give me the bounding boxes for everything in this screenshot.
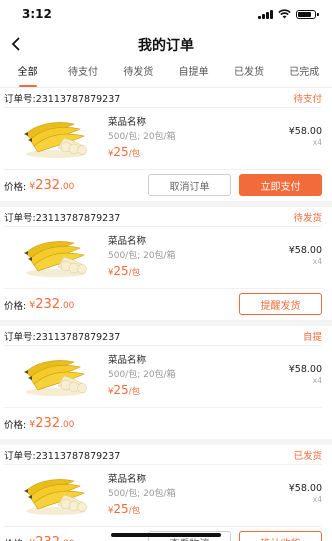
battery-icon xyxy=(296,9,319,19)
total-integer: 232 xyxy=(35,535,60,541)
order-header: 订单号:23113787879237 自提 xyxy=(4,326,322,346)
product-unit-price: ¥25/包 xyxy=(108,145,140,159)
line-price: ¥58.00 xyxy=(288,245,322,256)
order-number: 订单号:23113787879237 xyxy=(4,331,121,343)
price-value: 25 xyxy=(113,383,129,397)
order-header: 订单号:23113787879237 已发货 xyxy=(4,445,322,465)
pay-now-button[interactable]: 立即支付 xyxy=(239,174,322,196)
status-icons xyxy=(258,9,319,19)
total-label: 价格: xyxy=(4,536,26,541)
tab-0[interactable]: 全部 xyxy=(0,60,55,87)
tab-5[interactable]: 已完成 xyxy=(277,60,332,87)
order-header: 订单号:23113787879237 待发货 xyxy=(4,207,322,227)
product-image xyxy=(20,233,92,279)
signal-icon xyxy=(258,9,273,19)
tab-1[interactable]: 待支付 xyxy=(55,60,110,87)
total-decimal: .00 xyxy=(60,182,75,192)
total-integer: 232 xyxy=(35,297,61,312)
product-unit-price: ¥25/包 xyxy=(108,264,140,278)
order-status: 已发货 xyxy=(293,450,322,462)
order-number: 订单号:23113787879237 xyxy=(4,212,121,224)
confirm-receipt-button[interactable]: 确认收货 xyxy=(239,531,322,541)
remind-ship-button[interactable]: 提醒发货 xyxy=(239,293,322,315)
product-unit-price: ¥25/包 xyxy=(108,383,140,397)
status-time: 3:12 xyxy=(22,7,52,21)
order-item[interactable]: 菜品名称 500/包; 20包/箱 ¥25/包 ¥58.00 x4 xyxy=(4,227,322,289)
order-status: 待支付 xyxy=(293,93,322,105)
order-status: 自提 xyxy=(302,331,322,343)
total-price: ¥232.00 xyxy=(29,297,74,312)
product-image xyxy=(20,352,92,398)
line-price: ¥58.00 xyxy=(288,483,322,494)
total-integer: 232 xyxy=(35,178,61,193)
total-integer: 232 xyxy=(35,416,61,431)
total-decimal: .00 xyxy=(60,301,75,311)
wifi-icon xyxy=(278,9,291,19)
page-title: 我的订单 xyxy=(138,38,194,54)
total-price: ¥232.00 xyxy=(29,178,74,193)
line-quantity: x4 xyxy=(312,376,322,385)
order-card[interactable]: 订单号:23113787879237 待支付 菜品名称 500/包; 20包/箱 ¥2… xyxy=(0,88,332,201)
cancel-order-button[interactable]: 取消订单 xyxy=(148,174,231,196)
total-price: ¥232.00 xyxy=(29,416,74,431)
total-label: 价格: xyxy=(4,181,27,193)
order-item[interactable]: 菜品名称 500/包; 20包/箱 ¥25/包 ¥58.00 x4 xyxy=(4,108,322,170)
nav-bar: 我的订单 xyxy=(0,28,332,60)
line-price: ¥58.00 xyxy=(288,364,322,375)
order-list: 订单号:23113787879237 待支付 菜品名称 500/包; 20包/箱 ¥2… xyxy=(0,88,332,541)
tab-4[interactable]: 已发货 xyxy=(221,60,276,87)
total-price: ¥232.00 xyxy=(29,535,74,541)
home-indicator xyxy=(111,533,221,537)
order-header: 订单号:23113787879237 待支付 xyxy=(4,88,322,108)
price-unit: /包 xyxy=(128,268,141,278)
product-name: 菜品名称 xyxy=(108,236,147,247)
order-footer: 价格: ¥232.00 xyxy=(4,408,322,439)
order-tabs: 全部 待支付 待发货 自提单 已发货 已完成 xyxy=(0,60,332,88)
product-image xyxy=(20,471,92,517)
order-number: 订单号:23113787879237 xyxy=(4,450,121,462)
order-item[interactable]: 菜品名称 500/包; 20包/箱 ¥25/包 ¥58.00 x4 xyxy=(4,465,322,527)
price-value: 25 xyxy=(113,264,129,278)
product-image xyxy=(20,114,92,160)
price-unit: /包 xyxy=(128,387,141,397)
price-value: 25 xyxy=(113,145,129,159)
product-name: 菜品名称 xyxy=(108,355,147,366)
product-spec: 500/包; 20包/箱 xyxy=(108,370,176,380)
line-quantity: x4 xyxy=(312,257,322,266)
product-spec: 500/包; 20包/箱 xyxy=(108,489,176,499)
product-unit-price: ¥25/包 xyxy=(108,502,140,516)
order-status: 待发货 xyxy=(293,212,322,224)
total-label: 价格: xyxy=(4,300,27,312)
line-quantity: x4 xyxy=(312,495,322,504)
price-value: 25 xyxy=(113,502,129,516)
order-footer: 价格: ¥232.00 取消订单 立即支付 xyxy=(4,170,322,201)
line-price: ¥58.00 xyxy=(288,126,322,137)
price-unit: /包 xyxy=(128,149,141,159)
order-item[interactable]: 菜品名称 500/包; 20包/箱 ¥25/包 ¥58.00 x4 xyxy=(4,346,322,408)
tab-2[interactable]: 待发货 xyxy=(111,60,166,87)
product-name: 菜品名称 xyxy=(108,117,147,128)
status-bar: 3:12 xyxy=(0,0,332,28)
total-decimal: .00 xyxy=(60,420,75,430)
price-unit: /包 xyxy=(128,506,141,516)
tab-3[interactable]: 自提单 xyxy=(166,60,221,87)
order-card[interactable]: 订单号:23113787879237 已发货 菜品名称 500/包; 20包/箱 ¥2… xyxy=(0,445,332,541)
product-name: 菜品名称 xyxy=(108,474,147,485)
product-spec: 500/包; 20包/箱 xyxy=(108,251,176,261)
order-actions: 取消订单 立即支付 xyxy=(148,174,322,196)
order-card[interactable]: 订单号:23113787879237 待发货 菜品名称 500/包; 20包/箱 ¥2… xyxy=(0,207,332,320)
line-quantity: x4 xyxy=(312,138,322,147)
order-actions: 提醒发货 xyxy=(239,293,322,315)
order-footer: 价格: ¥232.00 提醒发货 xyxy=(4,289,322,320)
order-card[interactable]: 订单号:23113787879237 自提 菜品名称 500/包; 20包/箱 ¥25… xyxy=(0,326,332,439)
product-spec: 500/包; 20包/箱 xyxy=(108,132,176,142)
total-label: 价格: xyxy=(4,419,27,431)
order-number: 订单号:23113787879237 xyxy=(4,93,121,105)
